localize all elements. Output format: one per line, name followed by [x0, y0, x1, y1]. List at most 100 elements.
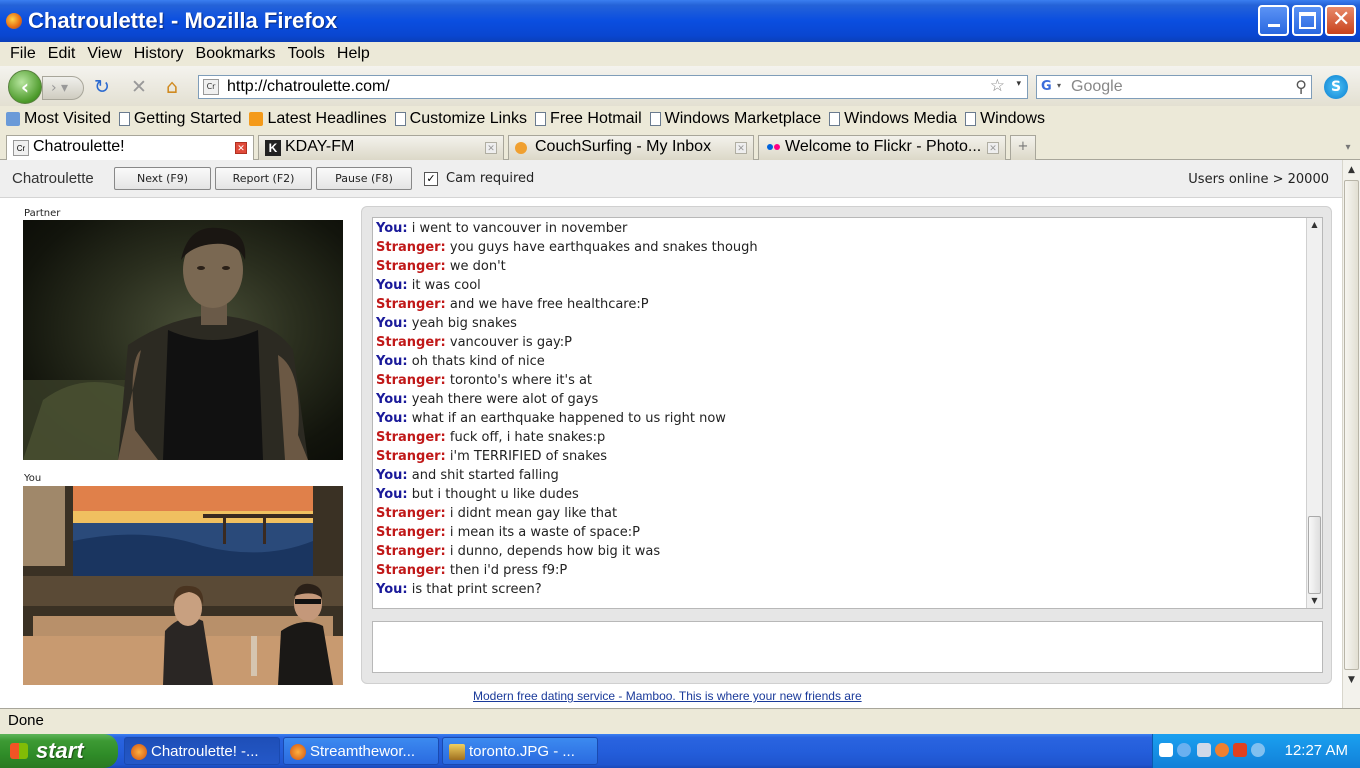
menu-view[interactable]: View: [81, 45, 127, 63]
stop-icon[interactable]: ✕: [131, 76, 147, 98]
bookmark-free-hotmail[interactable]: Free Hotmail: [535, 110, 642, 128]
chat-message-sender: Stranger:: [376, 525, 446, 540]
page-scroll-thumb[interactable]: [1344, 180, 1359, 670]
menu-file[interactable]: File: [4, 45, 42, 63]
google-search-engine-icon[interactable]: G: [1041, 79, 1057, 95]
flickr-favicon: [765, 140, 781, 156]
menu-history[interactable]: History: [128, 45, 190, 63]
page-icon: [649, 112, 661, 126]
page-icon: [394, 112, 406, 126]
chat-message-text: vancouver is gay:P: [449, 335, 573, 350]
message-input[interactable]: [372, 621, 1323, 673]
chat-log[interactable]: You: i went to vancouver in november Stra…: [372, 217, 1323, 609]
bookmark-windows[interactable]: Windows: [965, 110, 1045, 128]
start-button[interactable]: start: [0, 734, 118, 768]
chat-log-scrollbar[interactable]: ▲ ▼: [1306, 218, 1322, 608]
chat-message-sender: You:: [376, 468, 408, 483]
page-scrollbar[interactable]: ▲ ▼: [1342, 160, 1360, 708]
report-button[interactable]: Report (F2): [215, 167, 312, 190]
chat-message-text: yeah there were alot of gays: [411, 392, 599, 407]
chat-message: You: yeah big snakes: [376, 316, 517, 331]
chat-message: Stranger: and we have free healthcare:P: [376, 297, 649, 312]
new-tab-button[interactable]: +: [1010, 135, 1036, 160]
chat-message-sender: You:: [376, 392, 408, 407]
taskbar-item-chatroulette[interactable]: Chatroulette! -...: [124, 737, 280, 765]
bookmark-star-icon[interactable]: ☆: [990, 76, 1005, 96]
clock: 12:27 AM: [1284, 742, 1348, 759]
page-scroll-down-icon[interactable]: ▼: [1344, 672, 1359, 688]
close-tab-icon[interactable]: ✕: [735, 142, 747, 154]
network-icon[interactable]: [1251, 743, 1265, 757]
fox-tray-icon[interactable]: [1233, 743, 1247, 757]
firefox-tray-icon[interactable]: [1215, 743, 1229, 757]
page-scroll-up-icon[interactable]: ▲: [1344, 162, 1359, 178]
bookmark-windows-marketplace[interactable]: Windows Marketplace: [649, 110, 821, 128]
firefox-icon: [131, 744, 147, 760]
list-all-tabs-icon[interactable]: ▾: [1338, 137, 1358, 159]
back-button[interactable]: ‹: [8, 70, 42, 104]
chat-message-sender: You:: [376, 411, 408, 426]
search-engine-dropdown-icon[interactable]: ▾: [1057, 81, 1061, 90]
url-bar[interactable]: Cr http://chatroulette.com/ ☆ ▾: [198, 75, 1028, 99]
search-icon[interactable]: ⚲: [1295, 77, 1307, 96]
windows-flag-icon: [10, 743, 28, 759]
chat-message-sender: Stranger:: [376, 240, 446, 255]
menu-edit[interactable]: Edit: [42, 45, 82, 63]
bookmarks-toolbar: Most Visited Getting Started Latest Head…: [0, 106, 1360, 132]
bookmark-getting-started[interactable]: Getting Started: [118, 110, 241, 128]
close-tab-icon[interactable]: ✕: [235, 142, 247, 154]
chat-log-scroll-thumb[interactable]: [1308, 516, 1321, 594]
dating-ad-link[interactable]: Modern free dating service - Mamboo. Thi…: [473, 689, 862, 703]
chat-message-text: and shit started falling: [411, 468, 559, 483]
tab-couchsurfing[interactable]: CouchSurfing - My Inbox ✕: [508, 135, 754, 160]
forward-button[interactable]: › ▾: [42, 76, 84, 100]
maximize-button[interactable]: [1292, 5, 1323, 36]
your-video-frame: [23, 486, 343, 685]
menu-tools[interactable]: Tools: [282, 45, 331, 63]
taskbar-item-streamtheworld[interactable]: Streamthewor...: [283, 737, 439, 765]
chat-message-text: you guys have earthquakes and snakes tho…: [449, 240, 758, 255]
chat-message-sender: Stranger:: [376, 506, 446, 521]
home-icon[interactable]: ⌂: [166, 76, 178, 98]
skype-icon[interactable]: S: [1324, 75, 1348, 99]
chat-message-text: it was cool: [411, 278, 481, 293]
chat-message: You: but i thought u like dudes: [376, 487, 579, 502]
site-identity-icon[interactable]: Cr: [203, 79, 219, 95]
menu-bookmarks[interactable]: Bookmarks: [190, 45, 282, 63]
taskbar-item-toronto-jpg[interactable]: toronto.JPG - ...: [442, 737, 598, 765]
most-visited-icon: [6, 112, 20, 126]
volume-icon[interactable]: [1197, 743, 1211, 757]
kday-favicon: K: [265, 140, 281, 156]
close-window-button[interactable]: ✕: [1325, 5, 1356, 36]
pause-button[interactable]: Pause (F8): [316, 167, 412, 190]
chat-message: Stranger: i'm TERRIFIED of snakes: [376, 449, 607, 464]
cam-required-checkbox[interactable]: ✓: [424, 172, 438, 186]
close-tab-icon[interactable]: ✕: [987, 142, 999, 154]
chat-message: You: and shit started falling: [376, 468, 559, 483]
paint-icon: [449, 744, 465, 760]
menu-help[interactable]: Help: [331, 45, 376, 63]
scroll-up-arrow-icon[interactable]: ▲: [1307, 218, 1322, 232]
close-tab-icon[interactable]: ✕: [485, 142, 497, 154]
page-content: Chatroulette Next (F9) Report (F2) Pause…: [0, 160, 1342, 708]
search-box[interactable]: G ▾ Google ⚲: [1036, 75, 1312, 99]
help-icon[interactable]: [1159, 743, 1173, 757]
scroll-down-arrow-icon[interactable]: ▼: [1307, 594, 1322, 608]
tab-bar: Cr Chatroulette! ✕ K KDAY-FM ✕ CouchSurf…: [0, 132, 1360, 161]
reload-icon[interactable]: ↻: [94, 76, 110, 98]
bookmark-windows-media[interactable]: Windows Media: [829, 110, 957, 128]
chat-message-sender: You:: [376, 487, 408, 502]
next-button[interactable]: Next (F9): [114, 167, 211, 190]
tab-chatroulette[interactable]: Cr Chatroulette! ✕: [6, 135, 254, 161]
url-dropdown-icon[interactable]: ▾: [1016, 79, 1021, 89]
minimize-button[interactable]: [1258, 5, 1289, 36]
bookmark-most-visited[interactable]: Most Visited: [6, 110, 111, 128]
url-text[interactable]: http://chatroulette.com/: [227, 78, 390, 96]
bookmark-customize-links[interactable]: Customize Links: [394, 110, 527, 128]
chat-message: Stranger: you guys have earthquakes and …: [376, 240, 758, 255]
tab-kday-fm[interactable]: K KDAY-FM ✕: [258, 135, 504, 160]
tab-flickr[interactable]: Welcome to Flickr - Photo... ✕: [758, 135, 1006, 160]
status-text: Done: [8, 712, 44, 729]
tray-arrow-icon[interactable]: [1177, 743, 1191, 757]
bookmark-latest-headlines[interactable]: Latest Headlines: [249, 110, 387, 128]
